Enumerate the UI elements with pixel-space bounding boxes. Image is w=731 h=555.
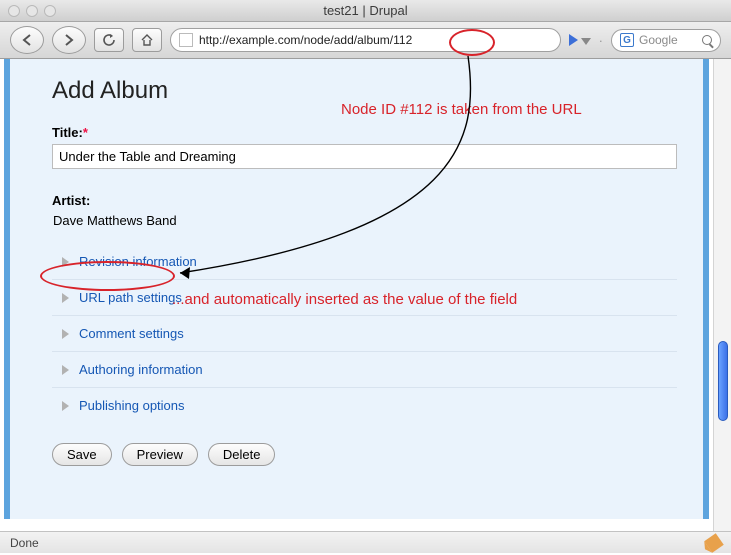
- zoom-window-icon[interactable]: [44, 5, 56, 17]
- fieldset-link[interactable]: Comment settings: [79, 326, 184, 341]
- form-actions: Save Preview Delete: [52, 443, 677, 466]
- google-provider-icon: G: [620, 33, 634, 47]
- home-icon: [140, 33, 154, 47]
- fieldset-link[interactable]: Publishing options: [79, 398, 185, 413]
- title-input[interactable]: [52, 144, 677, 169]
- window-titlebar: test21 | Drupal: [0, 0, 731, 22]
- fieldset-row[interactable]: Authoring information: [52, 352, 677, 388]
- chevron-down-icon: [581, 38, 591, 45]
- artist-field: Artist: Dave Matthews Band: [52, 193, 677, 230]
- back-arrow-icon: [20, 33, 34, 47]
- status-bar: Done: [0, 531, 731, 553]
- go-button[interactable]: [569, 34, 591, 46]
- address-bar[interactable]: http://example.com/node/add/album/112: [170, 28, 561, 52]
- search-box[interactable]: G Google: [611, 29, 721, 52]
- delete-button[interactable]: Delete: [208, 443, 276, 466]
- fieldset-row[interactable]: Comment settings: [52, 316, 677, 352]
- preview-button[interactable]: Preview: [122, 443, 198, 466]
- fieldset-row[interactable]: Publishing options: [52, 388, 677, 423]
- fieldset-link[interactable]: URL path settings: [79, 290, 182, 305]
- save-button[interactable]: Save: [52, 443, 112, 466]
- window-controls: [8, 5, 56, 17]
- browser-toolbar: http://example.com/node/add/album/112 · …: [0, 22, 731, 59]
- annotation-text-top: Node ID #112 is taken from the URL: [341, 101, 582, 118]
- edit-icon[interactable]: [704, 533, 723, 552]
- minimize-window-icon[interactable]: [26, 5, 38, 17]
- home-button[interactable]: [132, 28, 162, 52]
- fieldset-link[interactable]: Authoring information: [79, 362, 203, 377]
- forward-button[interactable]: [52, 26, 86, 54]
- url-text: http://example.com/node/add/album/112: [199, 33, 412, 47]
- close-window-icon[interactable]: [8, 5, 20, 17]
- reload-icon: [102, 33, 116, 47]
- scrollbar-thumb[interactable]: [718, 341, 728, 421]
- search-placeholder: Google: [639, 33, 697, 47]
- title-label-text: Title:: [52, 125, 83, 140]
- expand-icon: [62, 401, 69, 411]
- annotation-text-mid: ...and automatically inserted as the val…: [172, 291, 517, 308]
- toolbar-separator: ·: [599, 33, 603, 48]
- artist-label: Artist:: [52, 193, 677, 208]
- search-icon: [702, 35, 712, 45]
- expand-icon: [62, 329, 69, 339]
- expand-icon: [62, 293, 69, 303]
- vertical-scrollbar[interactable]: [713, 59, 731, 531]
- status-text: Done: [10, 536, 39, 550]
- window-title: test21 | Drupal: [0, 3, 731, 18]
- forward-arrow-icon: [62, 33, 76, 47]
- annotation-circle-artist: [40, 261, 175, 291]
- expand-icon: [62, 365, 69, 375]
- reload-button[interactable]: [94, 28, 124, 52]
- required-marker: *: [83, 125, 88, 140]
- site-icon: [179, 33, 193, 47]
- artist-value: Dave Matthews Band: [52, 212, 186, 230]
- back-button[interactable]: [10, 26, 44, 54]
- annotation-circle-url: [449, 29, 495, 56]
- play-icon: [569, 34, 578, 46]
- title-field-label: Title:*: [52, 125, 677, 140]
